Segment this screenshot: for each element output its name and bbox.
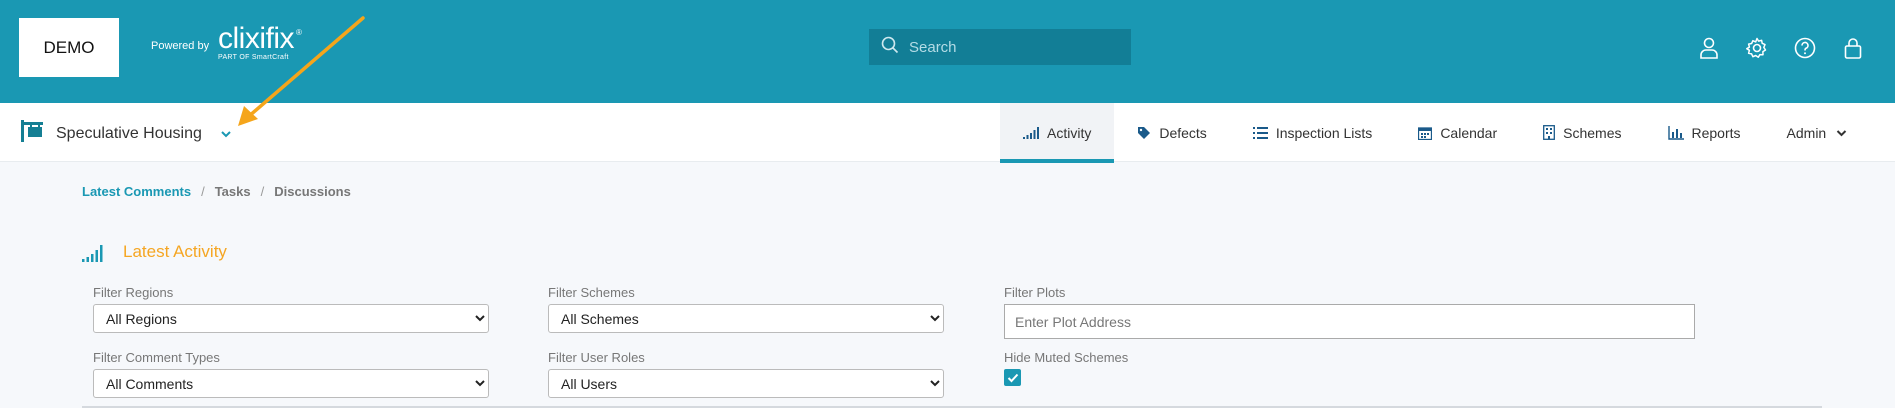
filter-schemes-select[interactable]: All Schemes: [548, 304, 944, 333]
filter-regions: Filter Regions All Regions: [93, 285, 489, 333]
filter-plots-label: Filter Plots: [1004, 285, 1066, 300]
filter-user-roles: Filter User Roles All Users: [548, 350, 944, 398]
filter-regions-select[interactable]: All Regions: [93, 304, 489, 333]
breadcrumb-latest-comments[interactable]: Latest Comments: [82, 184, 191, 199]
breadcrumb-discussions[interactable]: Discussions: [274, 184, 351, 199]
brand-subtitle: PART OF SmartCraft: [218, 54, 289, 61]
breadcrumb-tasks[interactable]: Tasks: [215, 184, 251, 199]
filter-comment-types: Filter Comment Types All Comments: [93, 350, 489, 398]
tab-activity[interactable]: Activity: [1000, 103, 1115, 163]
filter-comment-types-select[interactable]: All Comments: [93, 369, 489, 398]
section-title: Latest Activity: [123, 242, 227, 261]
search-box[interactable]: [869, 29, 1131, 65]
filter-plots: Filter Plots: [1004, 285, 1695, 339]
scheme-label: Speculative Housing: [56, 124, 202, 142]
breadcrumb-separator: /: [260, 184, 265, 199]
hide-muted-label: Hide Muted Schemes: [1004, 350, 1129, 365]
tab-schemes[interactable]: Schemes: [1520, 103, 1644, 162]
hide-muted-checkbox[interactable]: [1004, 369, 1021, 386]
calendar-icon: [1418, 126, 1433, 140]
tab-label: Calendar: [1440, 124, 1498, 141]
search-icon: [881, 36, 899, 59]
checkmark-icon: [1007, 373, 1018, 382]
demo-logo[interactable]: DEMO: [19, 18, 119, 77]
chevron-down-icon: [1837, 129, 1847, 136]
tab-label: Inspection Lists: [1275, 124, 1373, 141]
logo-text: DEMO: [43, 37, 95, 57]
signal-bars-icon: [1023, 126, 1039, 139]
filter-comment-types-label: Filter Comment Types: [93, 350, 220, 365]
tab-label: Activity: [1047, 124, 1092, 141]
chevron-down-icon[interactable]: [220, 126, 232, 144]
signal-bars-icon: [82, 245, 103, 262]
building-icon: [1543, 125, 1556, 140]
scheme-selector[interactable]: Speculative Housing: [20, 120, 231, 147]
bar-chart-icon: [1667, 125, 1684, 140]
filter-user-roles-label: Filter User Roles: [548, 350, 645, 365]
tab-reports[interactable]: Reports: [1645, 103, 1764, 162]
tab-inspection-lists[interactable]: Inspection Lists: [1230, 103, 1396, 162]
user-icon[interactable]: [1697, 36, 1721, 60]
building-sign-icon: [20, 120, 44, 147]
breadcrumb: Latest Comments / Tasks / Discussions: [82, 184, 351, 199]
top-header: DEMO Powered by clixifix ® PART OF Smart…: [0, 0, 1895, 103]
nav-bar: Speculative Housing Activity Defects Ins…: [0, 103, 1895, 163]
main-tabs: Activity Defects Inspection Lists Calend…: [1000, 103, 1871, 163]
filter-schemes: Filter Schemes All Schemes: [548, 285, 944, 333]
tab-label: Schemes: [1563, 124, 1622, 141]
brand-name: clixifix: [218, 22, 295, 55]
list-icon: [1252, 126, 1268, 139]
gear-icon[interactable]: [1745, 36, 1769, 60]
filter-schemes-label: Filter Schemes: [548, 285, 635, 300]
tab-admin[interactable]: Admin: [1764, 103, 1871, 162]
plot-address-input[interactable]: [1004, 304, 1695, 339]
tab-calendar[interactable]: Calendar: [1395, 103, 1520, 162]
section-heading: Latest Activity: [82, 242, 227, 262]
brand-logo: clixifix ® PART OF SmartCraft: [218, 22, 302, 62]
tab-label: Reports: [1691, 124, 1741, 141]
tab-label: Admin: [1786, 124, 1827, 141]
brand-registered-mark: ®: [296, 28, 302, 37]
tag-icon: [1138, 126, 1151, 139]
filter-user-roles-select[interactable]: All Users: [548, 369, 944, 398]
filter-hide-muted: Hide Muted Schemes: [1004, 350, 1128, 386]
breadcrumb-separator: /: [201, 184, 205, 199]
header-icons: [1697, 36, 1865, 60]
help-icon[interactable]: [1793, 36, 1817, 60]
tab-label: Defects: [1159, 124, 1207, 141]
filter-regions-label: Filter Regions: [93, 285, 174, 300]
lock-icon[interactable]: [1841, 36, 1865, 60]
tab-defects[interactable]: Defects: [1114, 103, 1229, 162]
powered-by-text: Powered by: [151, 40, 210, 52]
search-input[interactable]: [909, 38, 1119, 56]
